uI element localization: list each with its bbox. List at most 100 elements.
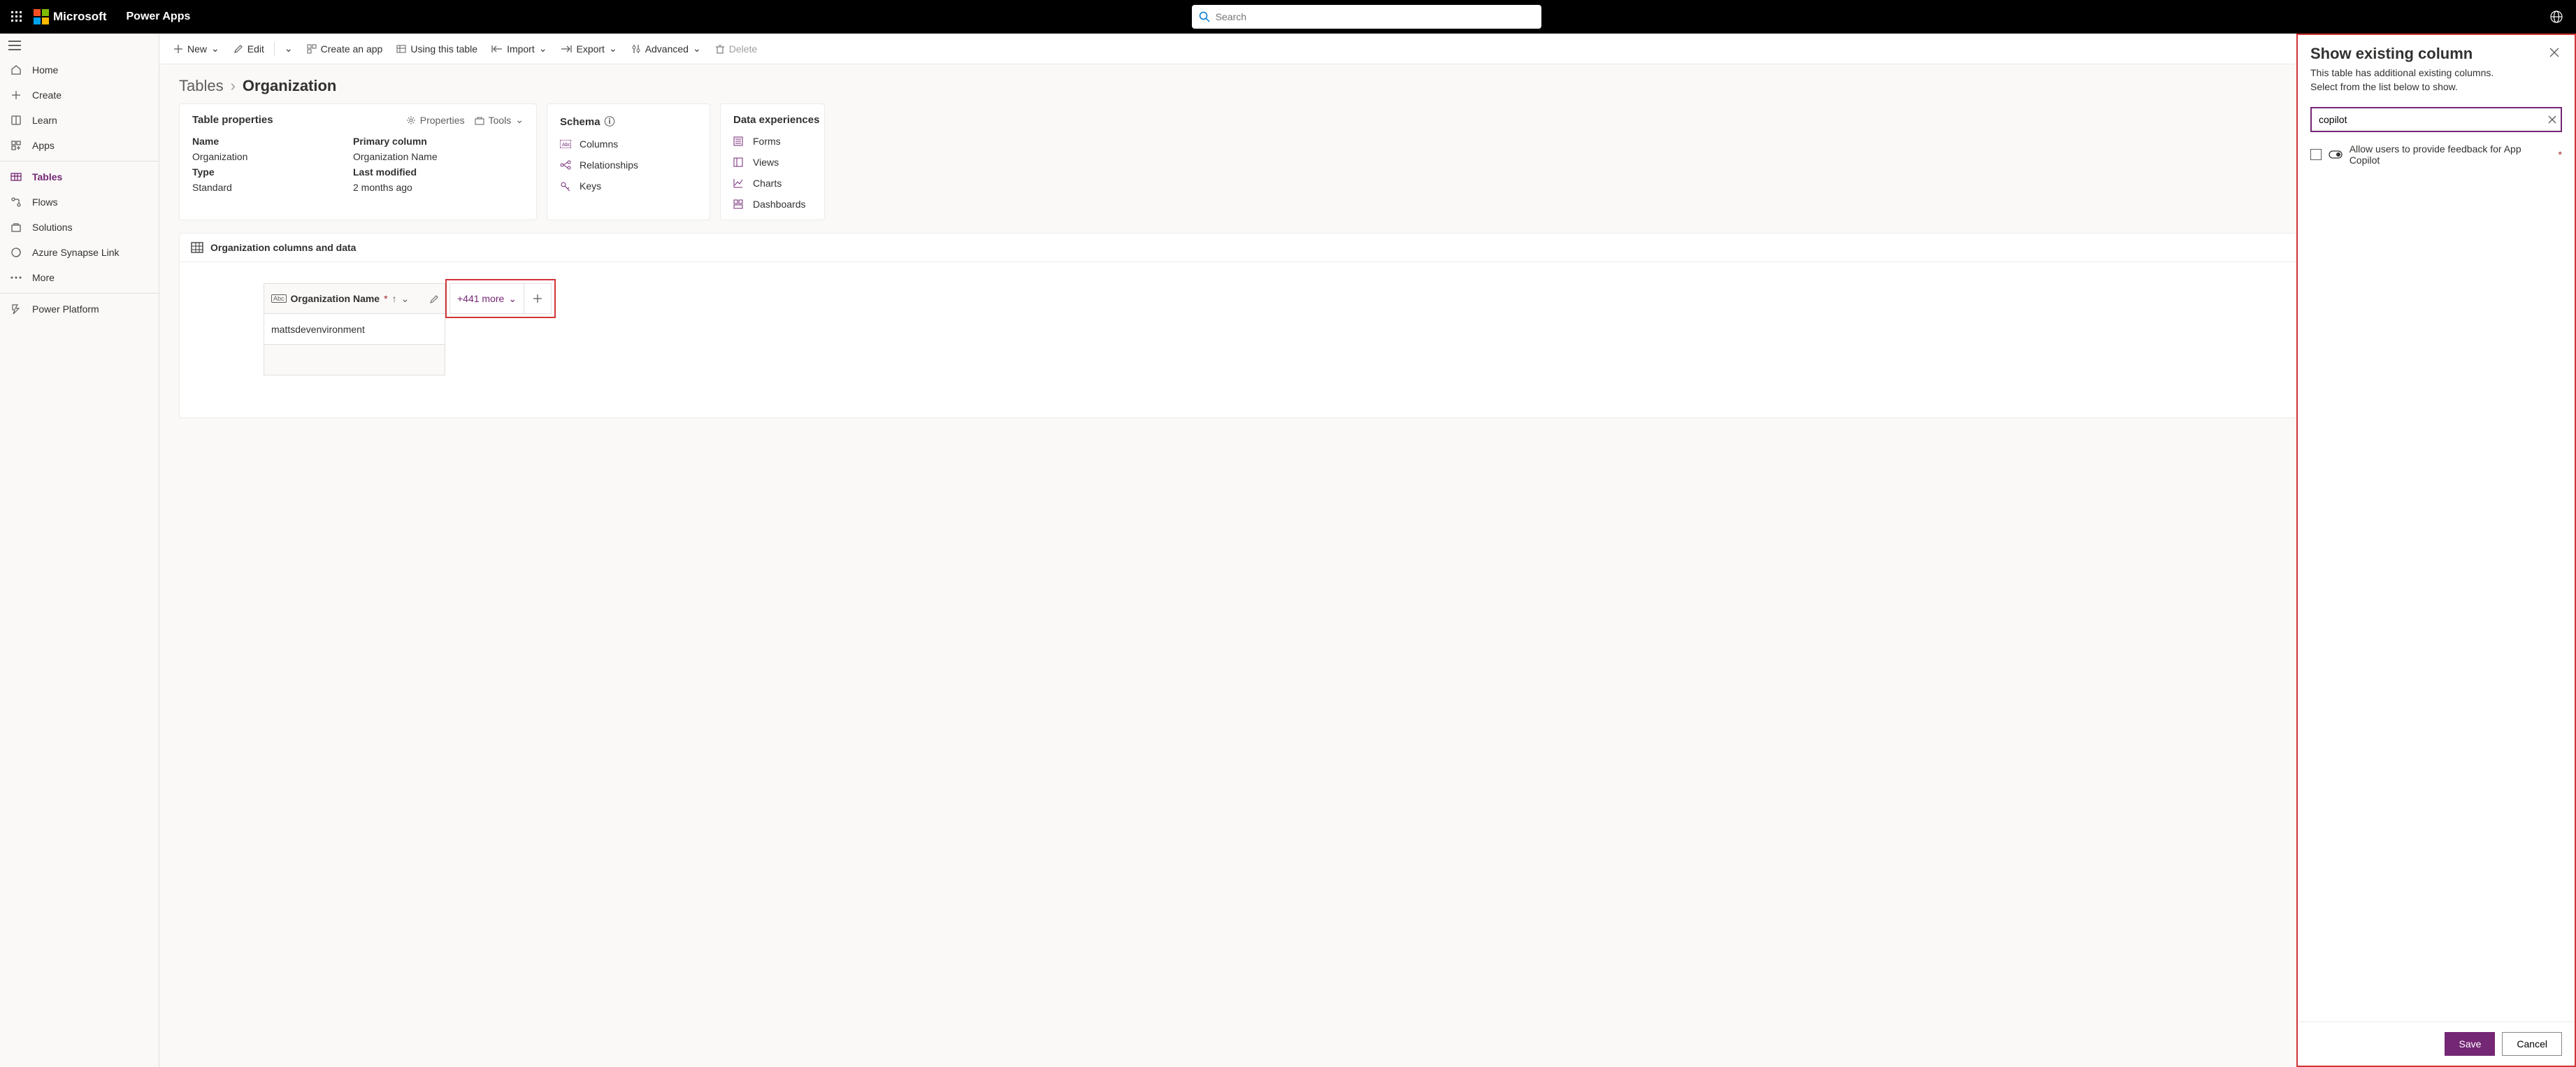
nav-label: Home (32, 64, 58, 76)
dexp-views[interactable]: Views (733, 157, 812, 168)
edit-pencil-icon[interactable] (430, 294, 439, 303)
card-title: Schema (560, 116, 600, 128)
cmd-export[interactable]: Export⌄ (555, 38, 622, 59)
data-cell[interactable]: mattsdevenvironment (264, 314, 445, 345)
views-icon (733, 157, 746, 167)
cmd-create-app[interactable]: Create an app (301, 39, 389, 59)
plus-icon (10, 89, 22, 101)
cancel-button[interactable]: Cancel (2502, 1032, 2562, 1056)
nav-label: Create (32, 89, 62, 101)
column-search-input[interactable] (2310, 107, 2562, 132)
properties-button[interactable]: Properties (406, 114, 465, 126)
breadcrumb: Tables › Organization (159, 64, 2576, 103)
toggle-icon (2329, 150, 2343, 159)
dexp-charts[interactable]: Charts (733, 178, 812, 189)
column-name: Organization Name (291, 293, 380, 304)
required-asterisk: * (2559, 149, 2562, 160)
data-cell-empty[interactable] (264, 345, 445, 375)
cmd-edit[interactable]: Edit (228, 39, 270, 59)
dashboards-icon (733, 199, 746, 209)
nav-home[interactable]: Home (0, 57, 159, 83)
global-search[interactable] (1192, 5, 1541, 29)
tools-button[interactable]: Tools ⌄ (475, 114, 524, 126)
cmd-advanced[interactable]: Advanced⌄ (626, 38, 707, 59)
save-button[interactable]: Save (2445, 1032, 2495, 1056)
header-globe-button[interactable] (2542, 10, 2570, 23)
chevron-down-icon: ⌄ (609, 43, 617, 55)
nav-label: Solutions (32, 222, 73, 233)
cmd-new[interactable]: New⌄ (168, 38, 225, 59)
global-header: Microsoft Power Apps (0, 0, 2576, 34)
pencil-icon (233, 44, 243, 54)
nav-learn[interactable]: Learn (0, 108, 159, 133)
microsoft-logo: Microsoft (34, 9, 107, 24)
nav-synapse[interactable]: Azure Synapse Link (0, 240, 159, 265)
search-input[interactable] (1216, 11, 1534, 22)
nav-label: Azure Synapse Link (32, 247, 120, 258)
prop-primary-value: Organization Name (353, 151, 514, 162)
show-existing-column-panel: Show existing column This table has addi… (2296, 34, 2576, 1067)
add-column-button[interactable] (524, 284, 551, 313)
nav-create[interactable]: Create (0, 83, 159, 108)
close-button[interactable] (2547, 45, 2562, 60)
table-grid-icon (191, 242, 203, 253)
nav-more[interactable]: More (0, 265, 159, 290)
nav-power-platform[interactable]: Power Platform (0, 296, 159, 322)
column-result-label: Allow users to provide feedback for App … (2350, 143, 2550, 166)
nav-tables[interactable]: Tables (0, 164, 159, 189)
microsoft-squares-icon (34, 9, 49, 24)
clear-search-button[interactable] (2548, 115, 2556, 124)
solutions-icon (10, 222, 22, 233)
export-icon (561, 45, 572, 53)
cmd-edit-dropdown[interactable]: ⌄ (279, 38, 298, 59)
column-header[interactable]: Abc Organization Name* ↑ ⌄ (264, 283, 445, 314)
gear-icon (406, 115, 416, 125)
panel-title: Show existing column (2310, 45, 2473, 63)
hamburger-icon (8, 41, 21, 50)
prop-primary-label: Primary column (353, 136, 514, 147)
toolbox-icon (475, 115, 484, 125)
schema-keys[interactable]: Keys (560, 180, 697, 192)
cmd-delete[interactable]: Delete (710, 39, 763, 59)
chevron-down-icon: ⌄ (515, 114, 524, 126)
more-icon (10, 276, 22, 279)
chevron-down-icon[interactable]: ⌄ (401, 293, 410, 305)
more-columns-button[interactable]: +441 more ⌄ (450, 293, 524, 305)
schema-card: Schema ⓘ AbcColumns Relationships Keys (547, 103, 710, 220)
column-checkbox[interactable] (2310, 149, 2322, 160)
nav-apps[interactable]: Apps (0, 133, 159, 158)
cmd-import[interactable]: Import⌄ (486, 38, 552, 59)
app-launcher-button[interactable] (6, 6, 28, 28)
command-bar: New⌄ Edit ⌄ Create an app Using this tab… (159, 34, 2576, 64)
nav-collapse-button[interactable] (0, 34, 159, 57)
trash-icon (715, 44, 725, 54)
nav-solutions[interactable]: Solutions (0, 215, 159, 240)
text-type-icon: Abc (271, 294, 287, 303)
schema-relationships[interactable]: Relationships (560, 159, 697, 171)
tables-icon (10, 171, 22, 182)
chevron-down-icon: ⌄ (693, 43, 701, 55)
panel-subtitle-1: This table has additional existing colum… (2310, 66, 2562, 80)
info-icon[interactable]: ⓘ (605, 116, 615, 128)
data-experiences-card: Data experiences Forms Views Charts Dash… (720, 103, 825, 220)
column-result-row[interactable]: Allow users to provide feedback for App … (2298, 138, 2575, 171)
dexp-forms[interactable]: Forms (733, 136, 812, 147)
app-name: Power Apps (127, 10, 191, 23)
chevron-down-icon: ⌄ (211, 43, 220, 55)
dexp-dashboards[interactable]: Dashboards (733, 199, 812, 210)
close-icon (2548, 115, 2556, 124)
prop-type-label: Type (192, 166, 353, 178)
plus-icon (173, 44, 183, 54)
waffle-icon (11, 11, 22, 22)
schema-columns[interactable]: AbcColumns (560, 138, 697, 150)
prop-modified-label: Last modified (353, 166, 514, 178)
breadcrumb-root[interactable]: Tables (179, 77, 224, 95)
relationships-icon (560, 160, 573, 170)
prop-name-label: Name (192, 136, 353, 147)
flows-icon (10, 196, 22, 208)
synapse-icon (10, 247, 22, 258)
cmd-using-table[interactable]: Using this table (391, 39, 483, 59)
card-title: Data experiences (733, 114, 819, 126)
nav-flows[interactable]: Flows (0, 189, 159, 215)
nav-label: Apps (32, 140, 55, 151)
